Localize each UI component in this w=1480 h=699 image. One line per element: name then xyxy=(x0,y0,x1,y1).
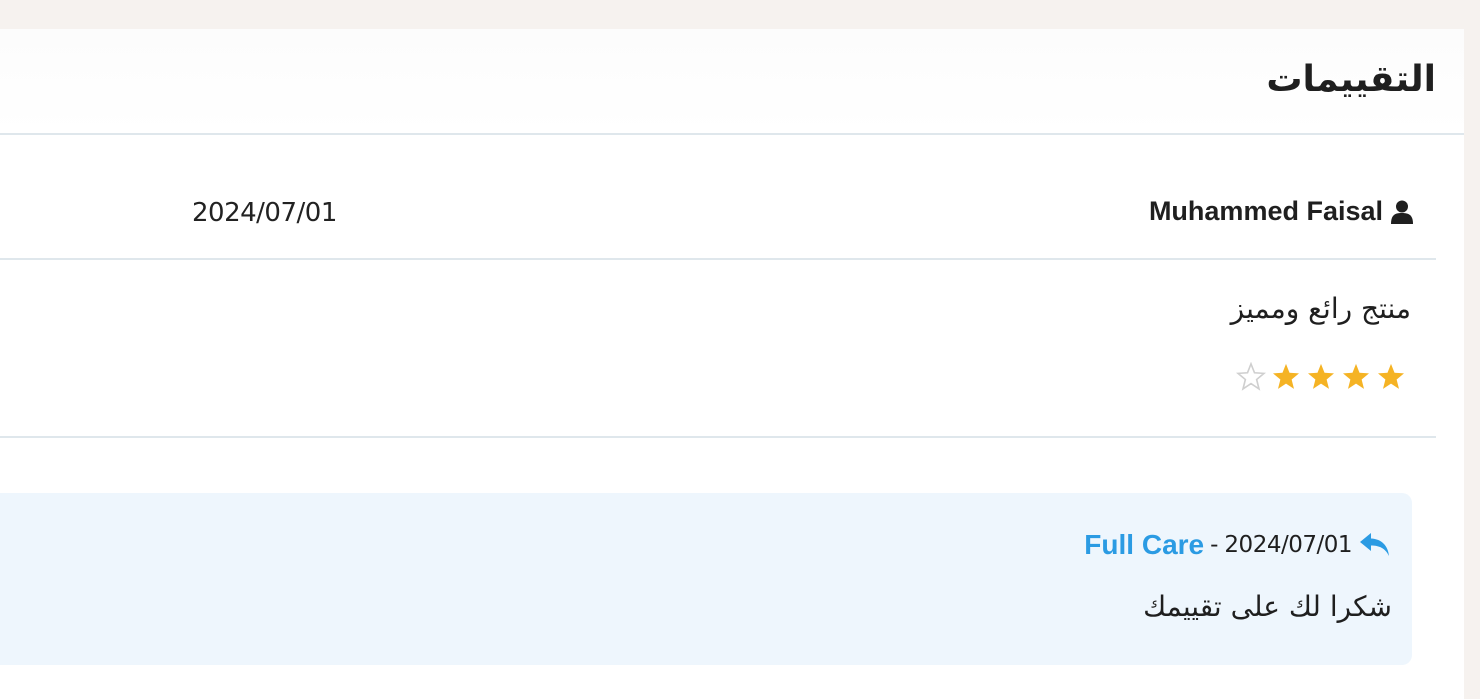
star-filled-icon xyxy=(1306,362,1336,392)
star-empty-icon xyxy=(1235,361,1267,392)
star-filled-icon xyxy=(1341,362,1371,392)
reply-separator: - xyxy=(1210,532,1219,558)
reply-text: شكرا لك على تقييمك xyxy=(1143,590,1392,623)
review-body: منتج رائع ومميز xyxy=(0,260,1436,438)
reply-date: 2024/07/01 xyxy=(1224,532,1352,558)
star-rating xyxy=(1235,361,1406,392)
reply-icon xyxy=(1358,531,1392,559)
review-header-row: Muhammed Faisal 2024/07/01 xyxy=(0,135,1436,260)
review-date: 2024/07/01 xyxy=(192,198,337,228)
reviews-header: التقييمات xyxy=(0,29,1464,135)
reply-meta: 2024/07/01 - Full Care xyxy=(1084,529,1392,561)
star-filled-icon xyxy=(1271,362,1301,392)
reviews-card: التقييمات Muhammed Faisal 2024/07/01 منت… xyxy=(0,29,1464,699)
reply-author: Full Care xyxy=(1084,529,1205,560)
store-reply: 2024/07/01 - Full Care شكرا لك على تقييم… xyxy=(0,493,1412,665)
user-icon xyxy=(1391,200,1413,224)
reviewer-name: Muhammed Faisal xyxy=(1148,196,1383,226)
review-text: منتج رائع ومميز xyxy=(1230,292,1411,325)
reviewer: Muhammed Faisal xyxy=(1149,196,1413,227)
star-filled-icon xyxy=(1376,362,1406,392)
reviews-title: التقييمات xyxy=(1266,59,1436,100)
